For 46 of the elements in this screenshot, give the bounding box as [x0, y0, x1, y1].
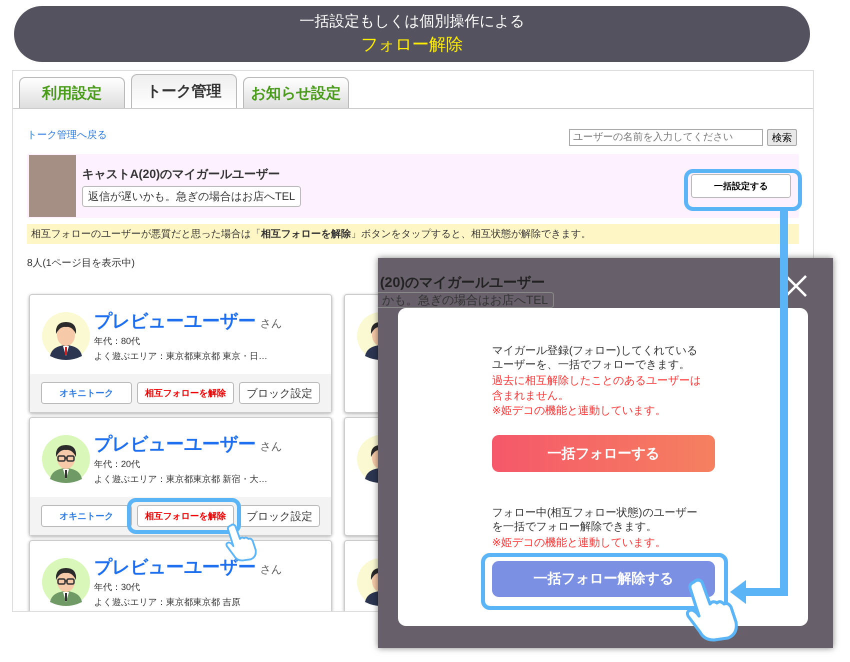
notice-text: 相互フォローのユーザーが悪質だと思った場合は「相互フォローを解除」ボタンをタップすると、相互状態が解除できます。: [27, 224, 799, 244]
card-action-button[interactable]: 相互フォローを解除: [136, 382, 234, 404]
avatar-drawing: [42, 312, 90, 360]
age-text: 年代：80代: [94, 335, 142, 348]
backdrop-title: (20)のマイガールユーザー: [380, 274, 545, 292]
card-action-button[interactable]: 相互フォローを解除: [136, 505, 234, 527]
search-button[interactable]: 検索: [767, 129, 797, 146]
card-action-button[interactable]: オキニトーク: [41, 505, 132, 527]
photo-placeholder: [29, 155, 76, 217]
user-name[interactable]: プレビューユーザー: [94, 555, 256, 579]
honorific: さん: [260, 563, 282, 577]
note-line: 過去に相互解除したことのあるユーザーは: [492, 374, 701, 389]
description-line: ユーザーを、一括でフォローできます。: [492, 358, 691, 372]
area-text: よく遊ぶエリア：東京都東京都 東京・日…: [94, 350, 269, 363]
honorific: さん: [260, 317, 282, 331]
age-text: 年代：20代: [94, 458, 142, 471]
unfollow-note: ※姫デコの機能と連動しています。: [492, 536, 666, 551]
tab[interactable]: 利用設定: [19, 77, 125, 108]
bulk-follow-button[interactable]: 一括フォローする: [492, 435, 715, 472]
avatar-drawing: [42, 435, 90, 483]
user-name[interactable]: プレビューユーザー: [94, 432, 256, 456]
search-field[interactable]: ユーザーの名前を入力してください: [569, 129, 763, 146]
card-action-button[interactable]: ブロック設定: [238, 382, 320, 404]
honorific: さん: [260, 440, 282, 454]
area-text: よく遊ぶエリア：東京都東京都 吉原: [94, 596, 242, 609]
avatar-drawing: [42, 558, 90, 606]
description-line: フォロー中(相互フォロー状態)のユーザー: [492, 506, 698, 520]
bulk-setting-button[interactable]: 一括設定する: [691, 174, 791, 198]
bulk-unfollow-button[interactable]: 一括フォロー解除する: [492, 561, 715, 597]
comment-bubble: 返信が遅いかも。急ぎの場合はお店へTEL: [82, 186, 302, 206]
banner-subtitle: フォロー解除: [361, 34, 463, 56]
note-line: 含まれません。: [492, 389, 570, 404]
card-action-button[interactable]: ブロック設定: [238, 505, 320, 527]
card-action-button[interactable]: オキニトーク: [41, 382, 132, 404]
tab[interactable]: トーク管理: [131, 74, 237, 108]
note-line: ※姫デコの機能と連動しています。: [492, 404, 668, 419]
banner-title: 一括設定もしくは個別操作による: [300, 12, 524, 31]
description-line: を一括でフォロー解除できます。: [492, 520, 658, 534]
tab[interactable]: お知らせ設定: [243, 77, 349, 108]
area-text: よく遊ぶエリア：東京都東京都 新宿・大…: [94, 473, 269, 486]
cast-title: キャストA(20)のマイガールユーザー: [82, 166, 282, 182]
back-link[interactable]: トーク管理へ戻る: [27, 128, 107, 142]
user-name[interactable]: プレビューユーザー: [94, 309, 256, 333]
age-text: 年代：30代: [94, 581, 142, 594]
result-count: 8人(1ページ目を表示中): [27, 256, 136, 270]
description-line: マイガール登録(フォロー)してくれている: [492, 344, 698, 358]
